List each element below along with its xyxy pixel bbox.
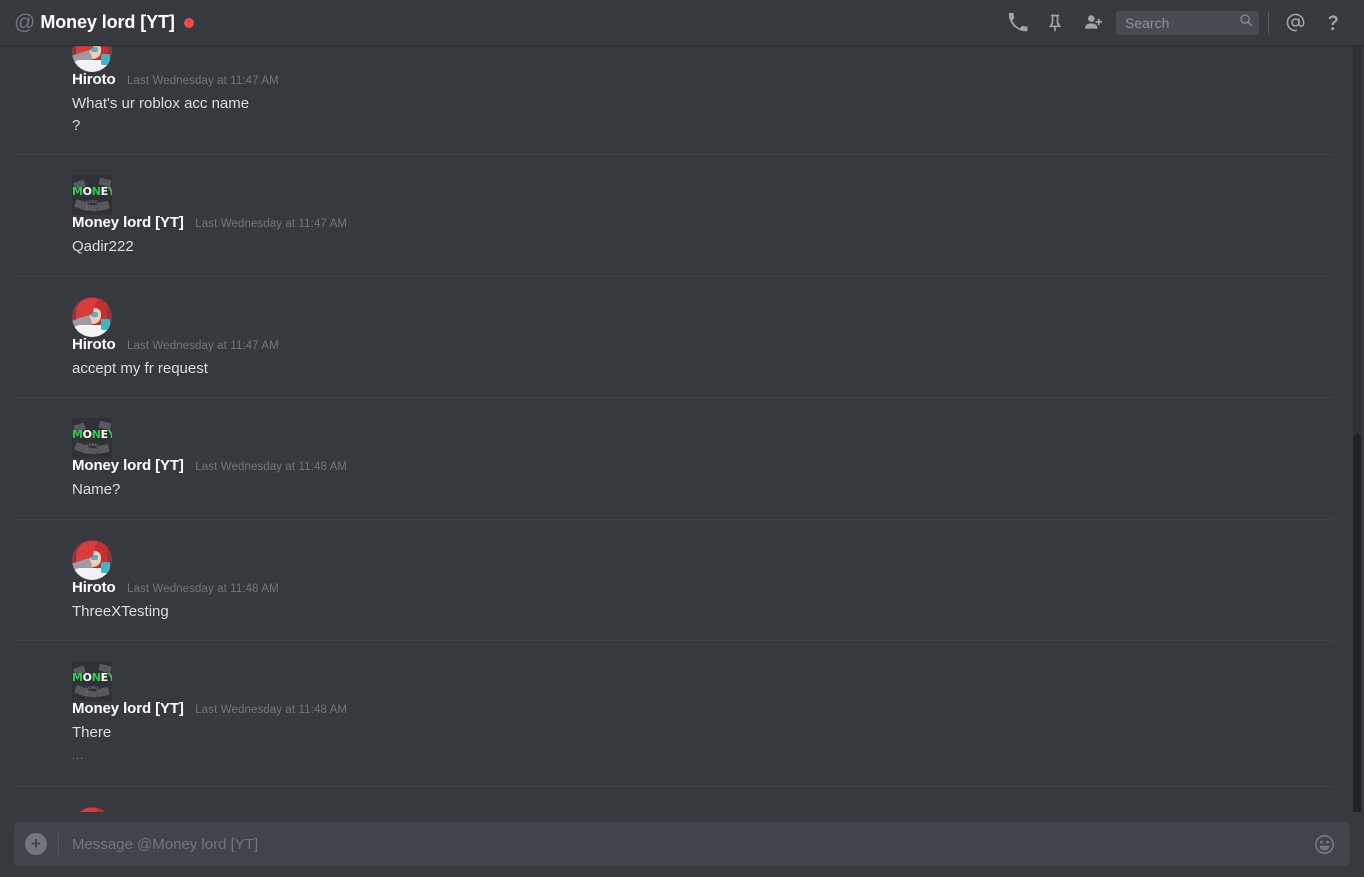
- avatar-letter: M: [72, 671, 83, 684]
- message-text: There: [72, 724, 112, 741]
- message-group: MONEY LORD Money lord [YT] Last Wednesda…: [14, 154, 1332, 276]
- message-timestamp: Last Wednesday at 11:47 AM: [195, 218, 348, 230]
- message-timestamp: Last Wednesday at 11:48 AM: [195, 461, 348, 473]
- message-text: Name?: [72, 481, 121, 498]
- plus-icon: +: [31, 833, 41, 853]
- message-text: ?: [72, 116, 81, 134]
- message-text: Qadir222: [72, 238, 134, 255]
- pin-icon: [1045, 13, 1065, 33]
- avatar-letter: N: [91, 185, 101, 198]
- message: MONEY LORD Money lord [YT] Last Wednesda…: [14, 661, 1332, 786]
- message: Hiroto Last Wednesday at 11:47 AM What's…: [14, 46, 1332, 154]
- message-author[interactable]: Hiroto: [72, 579, 116, 596]
- message-text: ThreeXTesting: [72, 602, 169, 620]
- avatar-letter: O: [82, 671, 92, 684]
- avatar-letter: Y: [107, 428, 112, 441]
- message-input-placeholder: Message @Money lord [YT]: [72, 835, 259, 853]
- message-header: Money lord [YT] Last Wednesday at 11:48 …: [72, 458, 1332, 475]
- message: Hiroto Last Wednesday at 11:47 AM accept…: [14, 296, 1332, 398]
- composer-divider: [58, 833, 59, 855]
- channel-header: @ Money lord [YT] Search: [0, 0, 1364, 46]
- message-text: What's ur roblox acc name: [72, 95, 250, 112]
- message-author[interactable]: Money lord [YT]: [72, 700, 184, 717]
- add-friend-button[interactable]: [1074, 3, 1112, 43]
- avatar[interactable]: [72, 539, 112, 580]
- message-group: MONEY LORD Money lord [YT] Last Wednesda…: [14, 640, 1332, 786]
- message-timestamp: Last Wednesday at 11:48 AM: [195, 704, 348, 716]
- message-group: Hiroto Last Wednesday at 11:48 AM ThreeX…: [14, 518, 1332, 641]
- message-timestamp: Last Wednesday at 11:47 AM: [127, 339, 279, 352]
- message-group: Hiroto Last Wednesday at 11:47 AM accept…: [14, 275, 1332, 398]
- phone-icon: [1007, 12, 1028, 33]
- avatar-letter: E: [100, 185, 109, 198]
- scrollbar-thumb[interactable]: [1353, 434, 1361, 812]
- avatar-letter: E: [100, 671, 109, 684]
- avatar-subtext: LORD: [85, 442, 99, 447]
- avatar[interactable]: MONEY LORD: [72, 175, 112, 215]
- message-input[interactable]: + Message @Money lord [YT]: [14, 822, 1350, 866]
- header-divider: [1268, 10, 1269, 35]
- message-header: Money lord [YT] Last Wednesday at 11:47 …: [72, 215, 1332, 232]
- composer-area: + Message @Money lord [YT] Money lord [Y…: [0, 812, 1364, 877]
- mention-icon: [1285, 12, 1306, 33]
- avatar-letter: Y: [107, 671, 112, 684]
- avatar-letter: M: [72, 428, 83, 441]
- avatar-letter: Y: [107, 185, 112, 198]
- message-group: MONEY LORD Money lord [YT] Last Wednesda…: [14, 397, 1332, 519]
- avatar-subtext: LORD: [85, 199, 99, 204]
- message: Hiroto Last Wednesday at 11:48 AM ThreeX…: [14, 539, 1332, 641]
- message: MONEY LORD Money lord [YT] Last Wednesda…: [14, 175, 1332, 276]
- message-list: Hiroto Last Wednesday at 11:47 AM What's…: [0, 46, 1350, 812]
- message-header: Money lord [YT] Last Wednesday at 11:48 …: [72, 701, 1332, 718]
- help-button[interactable]: [1314, 3, 1352, 43]
- message-timestamp: Last Wednesday at 11:47 AM: [127, 75, 279, 87]
- message-text: ...: [72, 749, 85, 762]
- avatar-letter: N: [91, 671, 101, 684]
- avatar[interactable]: MONEY LORD: [72, 418, 112, 458]
- message: MONEY LORD Money lord [YT] Last Wednesda…: [14, 418, 1332, 519]
- add-attachment-button[interactable]: +: [25, 833, 47, 855]
- avatar-letter: N: [91, 428, 101, 441]
- search-placeholder: Search: [1125, 14, 1170, 31]
- message-group: Hiroto Last Wednesday at 12:00 PM hm: [14, 785, 1332, 812]
- add-friend-icon: [1083, 12, 1104, 33]
- message-group: Hiroto Last Wednesday at 11:47 AM What's…: [14, 46, 1332, 154]
- message-author[interactable]: Money lord [YT]: [72, 214, 184, 231]
- avatar[interactable]: [72, 296, 112, 337]
- message-header: Hiroto Last Wednesday at 11:48 AM: [72, 579, 1332, 597]
- emoji-icon: [1313, 833, 1336, 856]
- avatar[interactable]: [72, 46, 112, 72]
- search-input[interactable]: Search: [1116, 10, 1259, 35]
- message-author[interactable]: Money lord [YT]: [72, 457, 184, 474]
- message-timestamp: Last Wednesday at 11:48 AM: [127, 582, 279, 595]
- pinned-messages-button[interactable]: [1036, 3, 1074, 43]
- message-author[interactable]: Hiroto: [72, 71, 116, 88]
- help-icon: [1323, 13, 1343, 33]
- emoji-button[interactable]: [1313, 833, 1336, 856]
- message-text: accept my fr request: [72, 359, 208, 377]
- avatar[interactable]: MONEY LORD: [72, 661, 112, 701]
- avatar-letter: M: [72, 185, 83, 198]
- discord-dm-window: @ Money lord [YT] Search Hiroto Last Wed…: [0, 0, 1364, 877]
- channel-header-actions: Search: [998, 3, 1352, 43]
- message-header: Hiroto Last Wednesday at 11:47 AM: [72, 72, 1332, 89]
- avatar-letter: O: [82, 428, 92, 441]
- page-title: Money lord [YT]: [40, 12, 175, 32]
- status-badge-dnd: [183, 17, 194, 28]
- search-icon: [1239, 13, 1253, 32]
- message-header: Hiroto Last Wednesday at 11:47 AM: [72, 336, 1332, 354]
- avatar-letter: E: [100, 428, 109, 441]
- at-icon: @: [14, 11, 36, 34]
- avatar-letter: O: [82, 185, 92, 198]
- call-button[interactable]: [998, 3, 1036, 43]
- channel-header-left: @ Money lord [YT]: [14, 12, 998, 33]
- mentions-button[interactable]: [1276, 3, 1314, 43]
- message-scroll-area[interactable]: Hiroto Last Wednesday at 11:47 AM What's…: [0, 46, 1364, 812]
- avatar-subtext: LORD: [85, 685, 99, 690]
- message-author[interactable]: Hiroto: [72, 336, 116, 353]
